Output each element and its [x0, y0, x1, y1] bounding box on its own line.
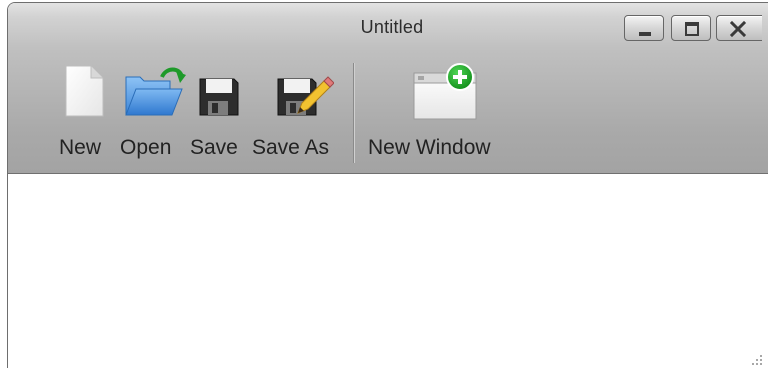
save-button[interactable]: Save — [188, 63, 250, 167]
save-label: Save — [190, 136, 238, 159]
maximize-button[interactable] — [671, 15, 711, 41]
open-button[interactable]: Open — [118, 63, 188, 167]
document-area[interactable] — [8, 174, 768, 368]
maximize-icon — [685, 22, 699, 36]
minimize-icon — [639, 32, 651, 36]
new-label: New — [59, 136, 102, 159]
save-as-button[interactable]: Save As — [250, 63, 346, 167]
close-icon — [729, 20, 747, 38]
close-button[interactable] — [716, 15, 762, 41]
new-document-icon — [65, 65, 104, 117]
window-header: Untitled New Open Save Save As New Windo… — [8, 3, 768, 174]
open-folder-icon — [125, 67, 186, 116]
save-as-label: Save As — [252, 136, 330, 159]
resize-grip-icon[interactable] — [748, 351, 764, 367]
floppy-disk-icon — [199, 78, 239, 116]
toolbar-separator — [353, 63, 355, 163]
new-window-icon — [413, 63, 477, 120]
new-window-label: New Window — [368, 136, 491, 159]
new-window-button[interactable]: New Window — [368, 63, 518, 167]
app-page: Untitled New Open Save Save As New Windo… — [0, 0, 768, 368]
minimize-button[interactable] — [624, 15, 664, 41]
save-as-icon — [277, 76, 334, 116]
open-label: Open — [120, 136, 172, 159]
editor-window: Untitled New Open Save Save As New Windo… — [7, 2, 768, 368]
new-button[interactable]: New — [56, 63, 118, 167]
